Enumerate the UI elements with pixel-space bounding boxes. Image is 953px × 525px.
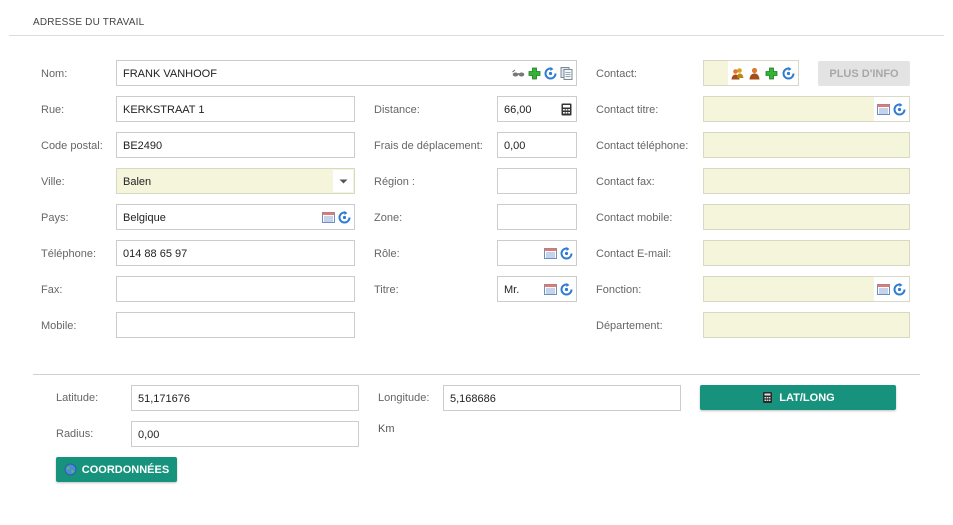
region-label: Région : — [374, 176, 415, 188]
fax-label: Fax: — [41, 284, 63, 296]
contact-label: Contact: — [596, 68, 637, 80]
refresh-icon[interactable] — [560, 247, 573, 260]
refresh-icon[interactable] — [893, 283, 906, 296]
contact-mobile-label: Contact mobile: — [596, 212, 673, 224]
ville-value: Balen — [123, 176, 152, 188]
titre-label: Titre: — [374, 284, 399, 296]
person-icon[interactable] — [731, 67, 744, 80]
person-icon[interactable] — [748, 67, 761, 80]
longitude-label: Longitude: — [378, 392, 430, 404]
calendar-list-icon[interactable] — [877, 283, 890, 296]
rue-value: KERKSTRAAT 1 — [123, 104, 205, 116]
code-postal-value: BE2490 — [123, 140, 163, 152]
calendar-list-icon[interactable] — [322, 211, 335, 224]
pays-value: Belgique — [123, 212, 166, 224]
pays-label: Pays: — [41, 212, 69, 224]
add-icon[interactable] — [528, 67, 541, 80]
code-postal-label: Code postal: — [41, 140, 103, 152]
latitude-value: 51,171676 — [138, 393, 190, 405]
departement-field[interactable] — [703, 312, 910, 338]
mobile-label: Mobile: — [41, 320, 77, 332]
fonction-field[interactable] — [703, 276, 910, 302]
telephone-label: Téléphone: — [41, 248, 97, 260]
calendar-list-icon[interactable] — [544, 283, 557, 296]
role-field[interactable] — [497, 240, 577, 266]
distance-field[interactable]: 66,00 — [497, 96, 577, 122]
contact-mobile-field[interactable] — [703, 204, 910, 230]
rue-field[interactable]: KERKSTRAAT 1 — [116, 96, 355, 122]
contact-telephone-field[interactable] — [703, 132, 910, 158]
titre-value: Mr. — [504, 284, 520, 296]
fax-field[interactable] — [116, 276, 355, 302]
nom-field[interactable]: FRANK VANHOOF — [116, 60, 577, 86]
copy-icon[interactable] — [560, 67, 573, 80]
chevron-down-icon[interactable] — [333, 170, 353, 192]
latitude-field[interactable]: 51,171676 — [131, 385, 359, 411]
refresh-icon[interactable] — [782, 67, 795, 80]
distance-value: 66,00 — [504, 104, 532, 116]
fonction-label: Fonction: — [596, 284, 642, 296]
radius-unit: Km — [378, 423, 395, 435]
frais-value: 0,00 — [504, 140, 526, 152]
frais-field[interactable]: 0,00 — [497, 132, 577, 158]
calculator-icon — [761, 391, 774, 404]
telephone-field[interactable]: 014 88 65 97 — [116, 240, 355, 266]
pays-field[interactable]: Belgique — [116, 204, 355, 230]
role-label: Rôle: — [374, 248, 400, 260]
geo-divider — [33, 374, 920, 375]
radius-label: Radius: — [56, 428, 94, 440]
refresh-icon[interactable] — [560, 283, 573, 296]
calculator-icon[interactable] — [560, 103, 573, 116]
ville-select[interactable]: Balen — [116, 168, 355, 194]
radius-field[interactable]: 0,00 — [131, 421, 359, 447]
contact-field[interactable] — [703, 60, 799, 86]
radius-value: 0,00 — [138, 429, 160, 441]
contact-fax-field[interactable] — [703, 168, 910, 194]
coordonnees-button[interactable]: COORDONNÉES — [56, 457, 177, 482]
nom-value: FRANK VANHOOF — [123, 68, 217, 80]
refresh-icon[interactable] — [338, 211, 351, 224]
refresh-icon[interactable] — [544, 67, 557, 80]
nom-label: Nom: — [41, 68, 68, 80]
section-title: ADRESSE DU TRAVAIL — [33, 17, 145, 28]
contact-email-label: Contact E-mail: — [596, 248, 672, 260]
lat-long-button-label: LAT/LONG — [779, 391, 835, 404]
add-icon[interactable] — [765, 67, 778, 80]
contact-titre-label: Contact titre: — [596, 104, 659, 116]
calendar-list-icon[interactable] — [877, 103, 890, 116]
titre-field[interactable]: Mr. — [497, 276, 577, 302]
longitude-field[interactable]: 5,168686 — [443, 385, 681, 411]
telephone-value: 014 88 65 97 — [123, 248, 188, 260]
mobile-field[interactable] — [116, 312, 355, 338]
frais-label: Frais de déplacement: — [374, 140, 483, 152]
zone-field[interactable] — [497, 204, 577, 230]
departement-label: Département: — [596, 320, 663, 332]
coordonnees-button-label: COORDONNÉES — [81, 463, 170, 476]
longitude-value: 5,168686 — [450, 393, 496, 405]
contact-titre-field[interactable] — [703, 96, 910, 122]
section-divider — [9, 35, 944, 36]
refresh-icon[interactable] — [893, 103, 906, 116]
latitude-label: Latitude: — [56, 392, 99, 404]
lat-long-button[interactable]: LAT/LONG — [700, 385, 896, 410]
globe-icon — [64, 463, 77, 476]
ville-label: Ville: — [41, 176, 65, 188]
calendar-list-icon[interactable] — [544, 247, 557, 260]
distance-label: Distance: — [374, 104, 420, 116]
contact-fax-label: Contact fax: — [596, 176, 655, 188]
contact-telephone-label: Contact téléphone: — [596, 140, 689, 152]
contact-email-field[interactable] — [703, 240, 910, 266]
plus-info-button[interactable]: PLUS D'INFO — [818, 61, 910, 86]
rue-label: Rue: — [41, 104, 65, 116]
glasses-icon[interactable] — [512, 67, 525, 80]
code-postal-field[interactable]: BE2490 — [116, 132, 355, 158]
zone-label: Zone: — [374, 212, 403, 224]
region-field[interactable] — [497, 168, 577, 194]
